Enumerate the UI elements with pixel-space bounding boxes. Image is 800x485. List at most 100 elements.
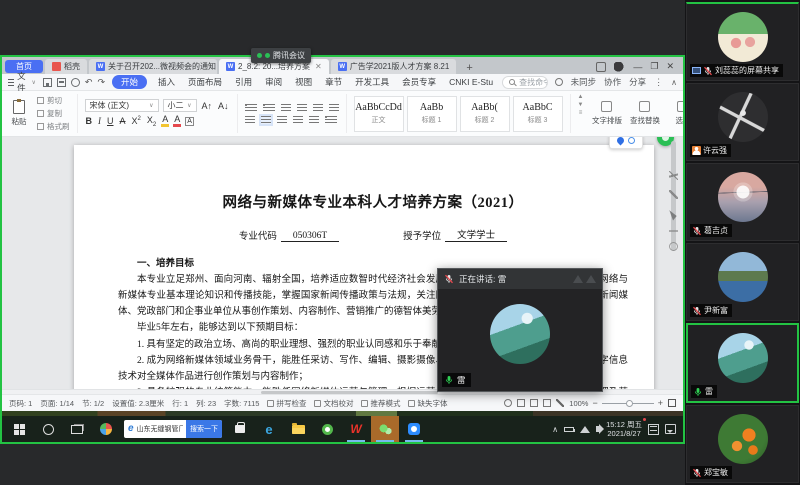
justify-button[interactable] xyxy=(293,116,303,124)
zoom-level[interactable]: 100% xyxy=(569,399,588,408)
account-avatar-icon[interactable] xyxy=(614,62,625,72)
show-marks-button[interactable] xyxy=(329,104,339,112)
floating-pin-toolbar[interactable] xyxy=(609,137,643,149)
menu-item[interactable]: 会员专享 xyxy=(400,75,438,89)
editing-tool-button[interactable]: 文字排版 xyxy=(590,101,623,126)
eye-protection-icon[interactable] xyxy=(504,399,512,407)
font-color-button[interactable]: A xyxy=(173,115,181,127)
numbered-list-button[interactable] xyxy=(263,104,275,112)
status-toggle[interactable]: 缺失字体 xyxy=(408,398,447,409)
font-name-select[interactable]: 宋体 (正文) xyxy=(85,99,159,112)
clock[interactable]: 15:12 周五 2021/8/27 xyxy=(606,420,642,439)
start-button[interactable] xyxy=(5,416,33,442)
volume-icon[interactable] xyxy=(596,426,600,432)
taskbar-search-button[interactable]: 搜索一下 xyxy=(186,420,222,438)
taskbar-search-text[interactable]: 山东无缝钢管厂 xyxy=(137,424,183,434)
menu-item[interactable]: 视图 xyxy=(293,75,314,89)
menu-item[interactable]: 开始 xyxy=(112,75,147,89)
bold-button[interactable]: B xyxy=(85,116,94,126)
tab-close-icon[interactable] xyxy=(315,62,322,71)
close-button[interactable] xyxy=(666,61,674,72)
style-preset[interactable]: AaBb 标题 1 xyxy=(407,96,457,132)
highlight-color-button[interactable]: A xyxy=(161,115,169,127)
wifi-icon[interactable] xyxy=(580,421,590,433)
document-tab[interactable]: 关于召开202...微视频会的通知 xyxy=(89,59,217,74)
participant-tile[interactable]: 刘蕊蕊的屏幕共享 xyxy=(686,2,799,81)
italic-button[interactable]: I xyxy=(97,116,102,126)
edge-button[interactable] xyxy=(255,416,283,442)
document-tab[interactable]: 广告学2021版人才方案 8.21 xyxy=(331,59,457,74)
align-center-button[interactable] xyxy=(261,116,271,124)
gallery-up-icon[interactable]: ▲ xyxy=(578,94,584,100)
outline-view-icon[interactable] xyxy=(530,399,538,407)
sort-button[interactable] xyxy=(313,104,323,112)
cortana-button[interactable] xyxy=(34,416,62,442)
ink-mode-icon[interactable] xyxy=(556,399,564,407)
cut-button[interactable]: 剪切 xyxy=(37,95,70,106)
menu-item[interactable]: 引用 xyxy=(233,75,254,89)
subscript-button[interactable]: X2 xyxy=(146,115,157,128)
participant-tile[interactable]: 尹新富 xyxy=(686,243,799,321)
zoom-in-button[interactable]: + xyxy=(658,398,663,408)
restore-button[interactable] xyxy=(650,61,658,72)
zoom-out-button[interactable]: − xyxy=(592,398,597,408)
style-preset[interactable]: AaBb( 标题 2 xyxy=(460,96,510,132)
underline-button[interactable]: U xyxy=(106,116,115,126)
store-button[interactable] xyxy=(226,416,254,442)
collaborate-button[interactable]: 协作 xyxy=(604,76,621,88)
web-view-icon[interactable] xyxy=(543,399,551,407)
wechat-taskbar-button[interactable] xyxy=(371,416,399,442)
format-painter-button[interactable]: 格式刷 xyxy=(37,121,70,132)
participant-tile[interactable]: 郑宝敏 xyxy=(686,405,799,483)
decrease-indent-button[interactable] xyxy=(281,104,291,112)
horizontal-scroll-thumb[interactable] xyxy=(261,391,438,394)
zoom-slider-handle[interactable] xyxy=(626,400,633,407)
style-preset[interactable]: AaBbC 标题 3 xyxy=(513,96,563,132)
page-view-icon[interactable] xyxy=(517,399,525,407)
menu-item[interactable]: 审阅 xyxy=(263,75,284,89)
preview-icon[interactable] xyxy=(71,78,80,87)
menu-item[interactable]: CNKI E-Stu xyxy=(447,76,495,88)
menu-item[interactable]: 页面布局 xyxy=(186,75,224,89)
task-view-button[interactable] xyxy=(63,416,91,442)
editing-tool-button[interactable]: 选择 xyxy=(666,101,683,126)
align-right-button[interactable] xyxy=(277,116,287,124)
share-plane-icon[interactable] xyxy=(669,171,678,180)
copy-button[interactable]: 复制 xyxy=(37,108,70,119)
select-cursor-icon[interactable] xyxy=(669,208,677,220)
redo-icon[interactable] xyxy=(97,77,105,88)
paste-button[interactable]: 粘贴 xyxy=(6,100,32,127)
participant-tile[interactable]: 许云强 xyxy=(686,83,799,161)
status-toggle[interactable]: 拼写检查 xyxy=(267,398,306,409)
increase-font-button[interactable]: A↑ xyxy=(201,101,214,111)
gallery-down-icon[interactable]: ▼ xyxy=(578,102,584,108)
zoom-slider[interactable] xyxy=(602,403,654,404)
fullscreen-icon[interactable] xyxy=(668,399,676,407)
wps-taskbar-button[interactable] xyxy=(342,416,370,442)
layout-widget-icon[interactable] xyxy=(596,62,606,72)
save-icon[interactable] xyxy=(43,78,52,87)
history-clock-icon[interactable] xyxy=(669,242,678,251)
strikethrough-button[interactable]: A xyxy=(119,116,127,126)
document-tab[interactable]: 稻壳 xyxy=(45,59,87,74)
status-toggle[interactable]: 推荐模式 xyxy=(361,398,400,409)
share-button[interactable]: 分享 xyxy=(629,76,646,88)
battery-icon[interactable] xyxy=(564,427,574,432)
new-tab-button[interactable] xyxy=(458,62,480,74)
bullet-list-button[interactable] xyxy=(245,104,257,112)
command-search-box[interactable]: 查找命令、搜索模板 xyxy=(502,76,548,89)
collapse-ribbon-icon[interactable] xyxy=(671,77,677,87)
character-border-button[interactable]: A xyxy=(185,117,194,126)
gallery-more-icon[interactable]: ≡ xyxy=(579,110,583,116)
increase-indent-button[interactable] xyxy=(297,104,307,112)
print-icon[interactable] xyxy=(57,78,66,87)
status-toggle[interactable]: 文档校对 xyxy=(314,398,353,409)
annotate-pen-icon[interactable] xyxy=(669,190,678,199)
file-explorer-button[interactable] xyxy=(284,416,312,442)
editing-tool-button[interactable]: 查找替换 xyxy=(628,101,661,126)
ime-icon[interactable] xyxy=(648,424,659,435)
taskbar-search-widget[interactable]: 山东无缝钢管厂 搜索一下 xyxy=(124,420,222,438)
minimize-button[interactable] xyxy=(633,62,642,72)
menu-item[interactable]: 插入 xyxy=(156,75,177,89)
safe360-button[interactable] xyxy=(313,416,341,442)
